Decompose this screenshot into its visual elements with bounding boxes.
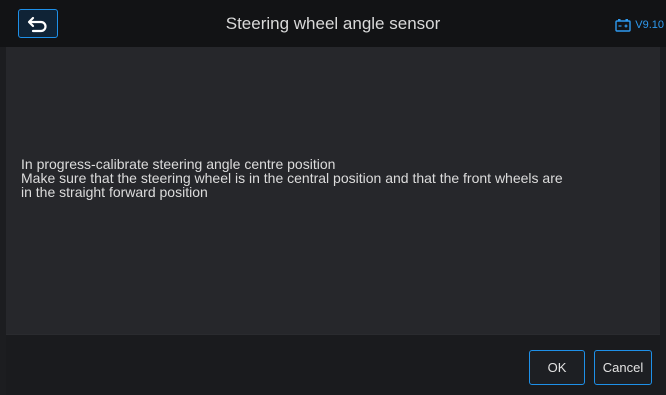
screen: Steering wheel angle sensor V9.10 In pro… xyxy=(0,0,666,395)
cancel-button[interactable]: Cancel xyxy=(594,350,652,385)
back-arrow-icon xyxy=(27,16,47,32)
message-line: In progress-calibrate steering angle cen… xyxy=(21,156,336,172)
ok-button[interactable]: OK xyxy=(529,350,585,385)
message-line: in the straight forward position xyxy=(21,184,208,200)
page-title: Steering wheel angle sensor xyxy=(225,14,441,33)
title-bar: Steering wheel angle sensor V9.10 xyxy=(0,0,666,47)
message-line: Make sure that the steering wheel is in … xyxy=(21,170,563,186)
version-label: V9.10 xyxy=(635,19,664,31)
back-button[interactable] xyxy=(18,9,58,38)
version-indicator: V9.10 xyxy=(615,17,664,33)
content-panel: In progress-calibrate steering angle cen… xyxy=(6,47,660,334)
instruction-message: In progress-calibrate steering angle cen… xyxy=(21,157,646,199)
battery-icon xyxy=(615,19,631,32)
footer-bar: OK Cancel xyxy=(6,334,660,395)
